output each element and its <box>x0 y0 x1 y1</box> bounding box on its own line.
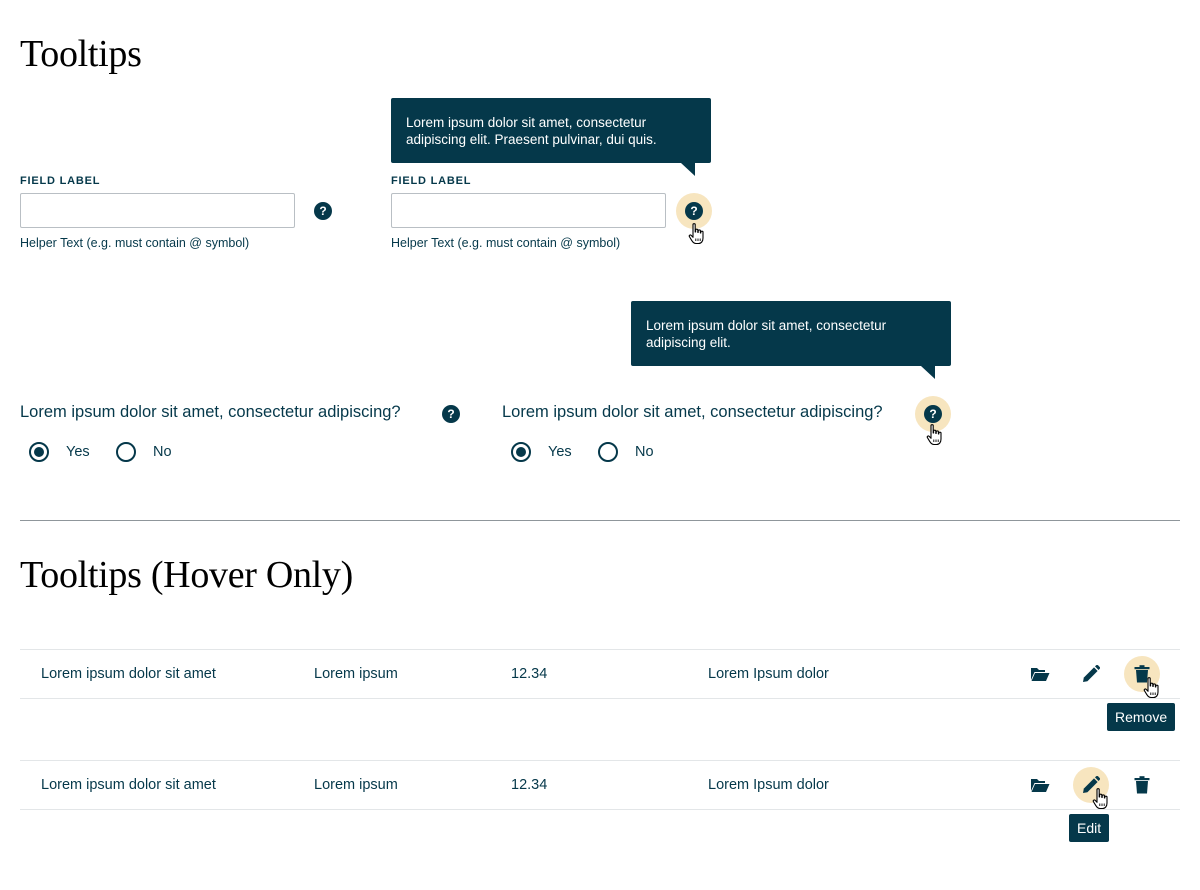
table-row: Lorem ipsum dolor sit amet Lorem ipsum 1… <box>20 650 1180 698</box>
remove-tooltip: Remove <box>1107 703 1176 731</box>
field-label: FIELD LABEL <box>20 175 101 187</box>
table-cell-name: Lorem ipsum dolor sit amet <box>41 666 216 682</box>
tooltip-tail <box>921 366 935 379</box>
radio-dot <box>34 447 44 457</box>
tooltip-text: Lorem ipsum dolor sit amet, consectetur … <box>406 115 657 147</box>
field-label: FIELD LABEL <box>391 175 472 187</box>
help-button[interactable]: ? <box>433 396 469 432</box>
pencil-icon <box>1083 776 1100 793</box>
row-border-bottom <box>20 698 1180 699</box>
remove-button[interactable] <box>1124 767 1160 803</box>
table-cell-category: Lorem ipsum <box>314 666 398 682</box>
help-button[interactable]: ? <box>305 193 341 229</box>
question-circle-icon: ? <box>314 202 332 220</box>
section-title-tooltips: Tooltips <box>20 33 142 75</box>
question-circle-icon: ? <box>924 405 942 423</box>
table-cell-category: Lorem ipsum <box>314 777 398 793</box>
radio-option-no[interactable]: No <box>598 442 654 462</box>
radio-option-yes[interactable]: Yes <box>511 442 572 462</box>
folder-open-icon <box>1031 668 1050 681</box>
edit-button-hovered[interactable] <box>1073 767 1109 803</box>
trash-icon <box>1134 776 1150 794</box>
help-button-hovered[interactable]: ? <box>915 396 951 432</box>
question-text: Lorem ipsum dolor sit amet, consectetur … <box>20 403 401 421</box>
edit-tooltip: Edit <box>1069 814 1110 842</box>
text-field[interactable] <box>391 193 666 228</box>
edit-button[interactable] <box>1073 656 1109 692</box>
radio-label: Yes <box>548 444 572 460</box>
table-cell-name: Lorem ipsum dolor sit amet <box>41 777 216 793</box>
radio-button-selected[interactable] <box>511 442 531 462</box>
open-button[interactable] <box>1022 767 1058 803</box>
open-button[interactable] <box>1022 656 1058 692</box>
table-cell-description: Lorem Ipsum dolor <box>708 777 829 793</box>
question-text: Lorem ipsum dolor sit amet, consectetur … <box>502 403 883 421</box>
radio-button-selected[interactable] <box>29 442 49 462</box>
tooltip-text: Lorem ipsum dolor sit amet, consectetur … <box>646 318 887 350</box>
table-cell-description: Lorem Ipsum dolor <box>708 666 829 682</box>
text-field[interactable] <box>20 193 295 228</box>
table-cell-amount: 12.34 <box>511 666 548 682</box>
table-cell-amount: 12.34 <box>511 777 548 793</box>
question-circle-icon: ? <box>685 202 703 220</box>
tooltip-tail <box>681 163 695 176</box>
radio-option-no[interactable]: No <box>116 442 172 462</box>
help-button-hovered[interactable]: ? <box>676 193 712 229</box>
folder-open-icon <box>1031 779 1050 792</box>
question-circle-icon: ? <box>442 405 460 423</box>
row-border-bottom <box>20 809 1180 810</box>
table-row: Lorem ipsum dolor sit amet Lorem ipsum 1… <box>20 761 1180 809</box>
radio-option-yes[interactable]: Yes <box>29 442 90 462</box>
radio-button[interactable] <box>116 442 136 462</box>
section-divider <box>20 520 1180 521</box>
field-tooltip: Lorem ipsum dolor sit amet, consectetur … <box>391 98 711 176</box>
radio-label: Yes <box>66 444 90 460</box>
radio-button[interactable] <box>598 442 618 462</box>
radio-label: No <box>153 444 172 460</box>
section-title-hover-only: Tooltips (Hover Only) <box>20 554 353 596</box>
remove-button-hovered[interactable] <box>1124 656 1160 692</box>
radio-dot <box>516 447 526 457</box>
helper-text: Helper Text (e.g. must contain @ symbol) <box>391 236 621 250</box>
helper-text: Helper Text (e.g. must contain @ symbol) <box>20 236 250 250</box>
question-tooltip: Lorem ipsum dolor sit amet, consectetur … <box>631 301 951 379</box>
pencil-icon <box>1083 665 1100 682</box>
trash-icon <box>1134 665 1150 683</box>
radio-label: No <box>635 444 654 460</box>
